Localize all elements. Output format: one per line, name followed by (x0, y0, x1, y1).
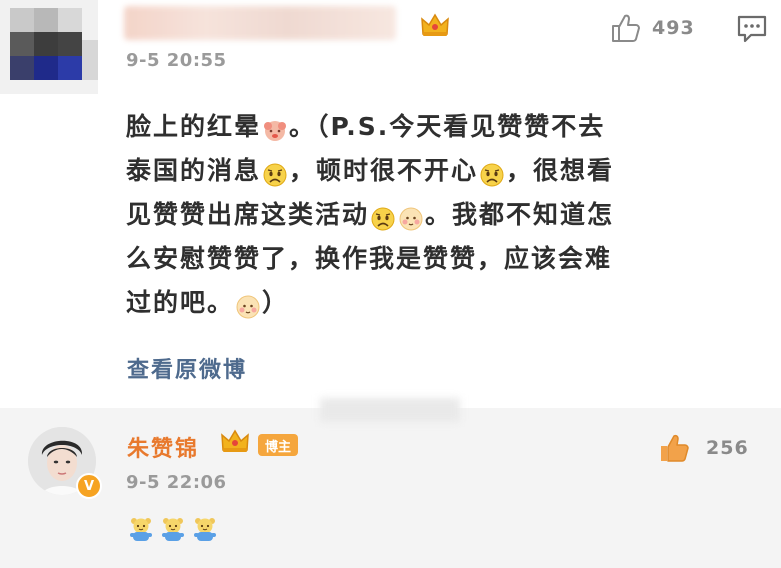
commenter-avatar[interactable] (0, 0, 98, 94)
like-count: 493 (652, 17, 695, 39)
reply-timestamp: 9-5 22:06 (126, 472, 227, 493)
blue-bear-emoji-icon (192, 516, 218, 546)
comment-timestamp: 9-5 20:55 (126, 50, 227, 71)
verified-v-icon: V (76, 473, 102, 499)
sad-emoji-icon (370, 202, 396, 231)
blush-flower-emoji-icon (262, 114, 288, 141)
comment-text: 泰国的消息 (126, 156, 262, 185)
sad-emoji-icon (262, 158, 288, 187)
comment-line: 么安慰赞赞了，换作我是赞赞，应该会难 (126, 237, 756, 281)
blurred-divider (320, 398, 460, 422)
crown-icon (220, 428, 250, 454)
thumbs-up-filled-icon (661, 434, 689, 462)
comment-body: 脸上的红晕 。（P.S.今天看见赞赞不去 泰国的消息 ，顿时很不开心 ，很想看 见赞赞出席… (126, 105, 756, 325)
blogger-badge: 博主 (258, 434, 298, 456)
comment-line: 过的吧。 ） (126, 281, 756, 325)
comment-text: 么安慰赞赞了，换作我是赞赞，应该会难 (126, 244, 613, 273)
comment-text: 过的吧。 (126, 288, 235, 317)
comment-text: 。（P.S.今天看见赞赞不去 (289, 112, 606, 141)
commenter-name-blurred[interactable] (124, 6, 396, 40)
view-original-link[interactable]: 查看原微博 (127, 352, 247, 384)
reply-like-button[interactable]: 256 (658, 432, 749, 464)
thumbs-up-icon (612, 14, 640, 42)
like-count: 256 (706, 437, 749, 459)
sad-emoji-icon (479, 158, 505, 187)
comment-text: ） (262, 288, 290, 317)
reply-body (128, 516, 218, 546)
comment-line: 泰国的消息 ，顿时很不开心 ，很想看 (126, 149, 756, 193)
comment-line: 见赞赞出席这类活动 。我都不知道怎 (126, 193, 756, 237)
reply-comment-icon[interactable] (736, 14, 768, 44)
comment-text: ，顿时很不开心 (289, 156, 479, 185)
shy-emoji-icon (398, 202, 424, 231)
comment-like-button[interactable]: 493 (610, 12, 695, 44)
crown-icon (420, 12, 450, 38)
comment-text: ，很想看 (506, 156, 615, 185)
replier-username[interactable]: 朱赞锦 (127, 431, 199, 463)
shy-emoji-icon (235, 290, 261, 319)
comment-text: 脸上的红晕 (126, 112, 262, 141)
comment-text: 见赞赞出席这类活动 (126, 200, 370, 229)
blue-bear-emoji-icon (128, 516, 154, 546)
comment-text: 。我都不知道怎 (425, 200, 615, 229)
comment-line: 脸上的红晕 。（P.S.今天看见赞赞不去 (126, 105, 756, 149)
blue-bear-emoji-icon (160, 516, 186, 546)
